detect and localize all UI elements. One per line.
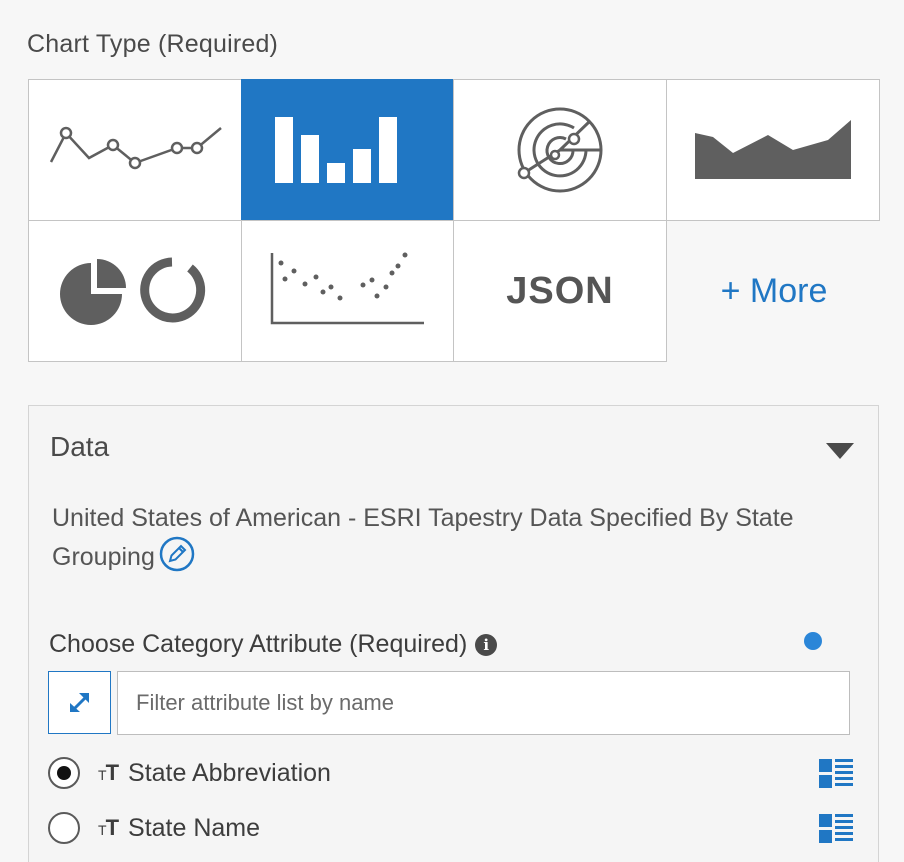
text-type-icon: TT	[98, 760, 119, 785]
data-panel: Data United States of American - ESRI Ta…	[28, 405, 879, 862]
chart-type-json-tile[interactable]: JSON	[453, 220, 667, 362]
scatter-chart-icon	[270, 252, 424, 325]
text-type-icon: TT	[98, 815, 119, 840]
chart-type-grid: JSON + More	[28, 79, 880, 362]
info-icon[interactable]: i	[475, 634, 498, 656]
chart-type-radar-tile[interactable]	[453, 79, 667, 221]
collapse-caret-icon[interactable]	[826, 443, 854, 459]
json-label: JSON	[506, 269, 614, 312]
chart-type-pie-tile[interactable]	[28, 220, 242, 362]
category-attribute-label: Choose Category Attribute (Required) i	[49, 630, 498, 659]
more-chart-types-button[interactable]: + More	[668, 221, 880, 362]
statistics-list-icon[interactable]	[819, 759, 853, 794]
data-panel-title: Data	[50, 431, 110, 462]
radar-chart-icon	[517, 107, 603, 193]
radio-button[interactable]	[48, 812, 80, 844]
radio-button-selected[interactable]	[48, 757, 80, 789]
radio-dot	[57, 766, 71, 780]
area-chart-icon	[695, 120, 851, 179]
chart-type-area-tile[interactable]	[666, 79, 880, 221]
category-attribute-text: Choose Category Attribute (Required)	[49, 630, 468, 658]
bar-chart-icon	[275, 117, 397, 183]
chart-type-label: Chart Type (Required)	[27, 30, 279, 58]
chart-type-scatter-tile[interactable]	[241, 220, 455, 362]
chart-settings-page: Chart Type (Required) JSON + More Data U…	[0, 0, 904, 862]
attribute-option-state-abbreviation[interactable]: TT State Abbreviation	[48, 753, 853, 793]
line-chart-icon	[49, 126, 222, 170]
attribute-label: State Name	[128, 813, 261, 842]
status-dot	[804, 632, 822, 650]
chart-type-bar-tile[interactable]	[241, 79, 455, 221]
expand-arrows-icon	[69, 692, 89, 712]
data-source-description: United States of American - ESRI Tapestr…	[52, 500, 852, 582]
attribute-option-state-name[interactable]: TT State Name	[48, 808, 853, 848]
filter-attribute-input[interactable]	[117, 671, 850, 735]
pie-donut-chart-icon	[60, 257, 206, 325]
edit-pencil-icon[interactable]	[159, 536, 195, 582]
statistics-list-icon[interactable]	[819, 814, 853, 849]
expand-button[interactable]	[48, 671, 111, 734]
attribute-label: State Abbreviation	[128, 758, 331, 787]
chart-type-line-tile[interactable]	[28, 79, 242, 221]
